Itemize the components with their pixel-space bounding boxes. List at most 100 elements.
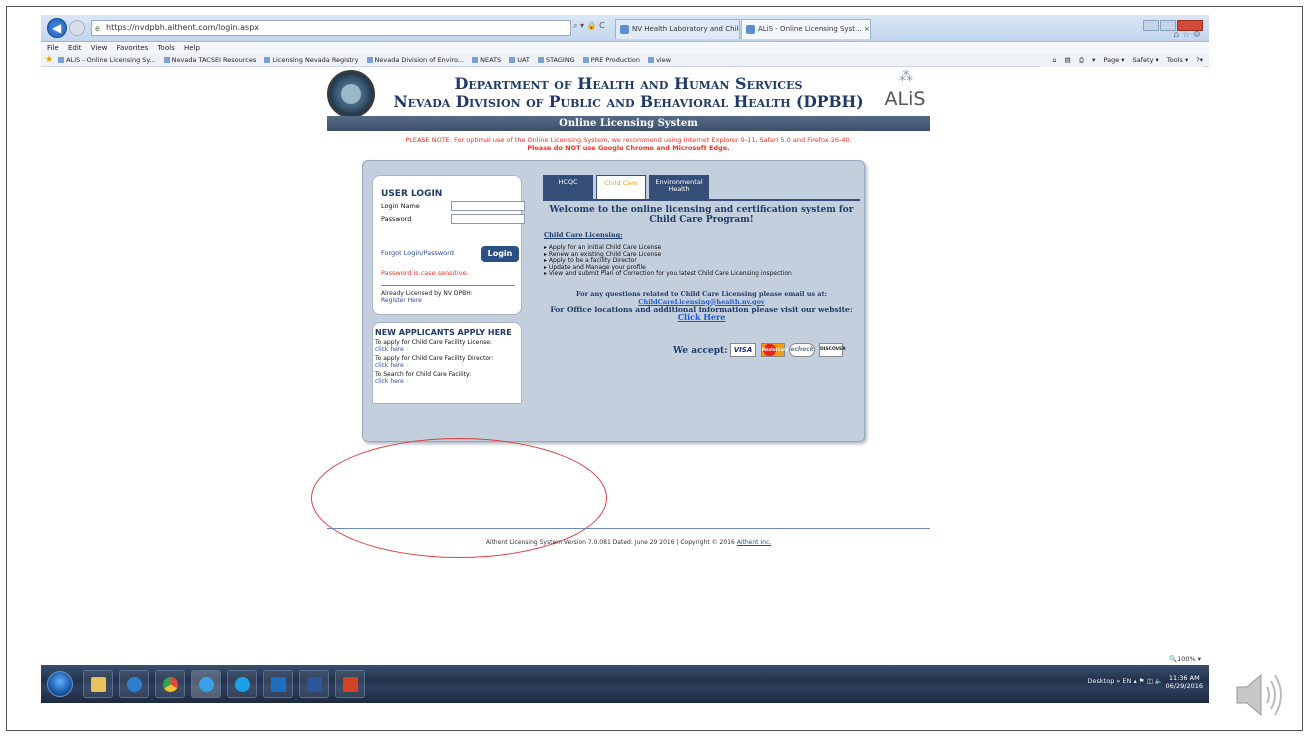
address-text: https://nvdpbh.aithent.com/login.aspx xyxy=(106,23,260,32)
taskbar-outlook-2[interactable] xyxy=(263,670,293,698)
help-menu[interactable]: ?▾ xyxy=(1196,56,1203,64)
screenshot: ◀ e https://nvdpbh.aithent.com/login.asp… xyxy=(41,15,1209,703)
favorite-item[interactable]: Nevada TACSEI Resources xyxy=(164,56,257,64)
website-click-here-link[interactable]: Click Here xyxy=(543,313,860,322)
we-accept-label: We accept: xyxy=(673,346,728,356)
taskbar-word[interactable] xyxy=(299,670,329,698)
zoom-icon: 🔍 xyxy=(1168,655,1178,663)
outlook-icon xyxy=(127,677,142,692)
menu-file[interactable]: File xyxy=(47,44,59,52)
new-applicants-box: NEW APPLICANTS APPLY HERE To apply for C… xyxy=(372,322,522,404)
browser-tab-alis[interactable]: ALiS - Online Licensing Syst... × xyxy=(741,19,871,39)
menu-help[interactable]: Help xyxy=(184,44,200,52)
folder-icon xyxy=(91,677,106,692)
favorite-item[interactable]: PRE Production xyxy=(583,56,640,64)
discover-card-icon: DISCOVER xyxy=(819,343,846,357)
taskbar-chrome[interactable] xyxy=(155,670,185,698)
case-sensitive-note: Password is case sensitive. xyxy=(381,269,469,277)
alis-logo: ⁂ ALiS xyxy=(884,69,926,110)
home-favorites-settings-icons[interactable]: ⌂ ☆ ⚙ xyxy=(1173,30,1201,40)
start-button[interactable] xyxy=(47,671,73,697)
back-arrow-icon: ◀ xyxy=(52,21,62,35)
address-bar[interactable]: e https://nvdpbh.aithent.com/login.aspx xyxy=(91,20,571,36)
login-name-row: Login Name xyxy=(381,201,525,212)
favorites-star-icon[interactable]: ★ xyxy=(45,55,53,65)
forgot-login-link[interactable]: Forgot Login/Password xyxy=(381,249,454,257)
slide-frame: ◀ e https://nvdpbh.aithent.com/login.asp… xyxy=(6,6,1303,731)
chrome-icon xyxy=(163,677,178,692)
browser-tab-health-lab[interactable]: NV Health Laboratory and Child C... xyxy=(615,19,740,39)
tab-hcqc[interactable]: HCQC xyxy=(543,175,593,199)
command-bar: ⌂ ▤ ⎙ ▾ Page ▾ Safety ▾ Tools ▾ ?▾ xyxy=(1040,54,1203,67)
taskbar-outlook[interactable] xyxy=(119,670,149,698)
favorite-item[interactable]: Nevada Division of Enviro... xyxy=(367,56,465,64)
favorites-bar: ★ ALiS - Online Licensing Sy... Nevada T… xyxy=(41,54,1209,67)
list-item: View and submit Plan of Correction for y… xyxy=(544,270,792,278)
print-dropdown[interactable]: ▾ xyxy=(1092,56,1095,64)
favorite-item[interactable]: ALiS - Online Licensing Sy... xyxy=(58,56,155,64)
favorite-item[interactable]: view xyxy=(648,56,671,64)
minimize-button[interactable] xyxy=(1143,20,1159,31)
clock[interactable]: 11:36 AM 06/29/2016 xyxy=(1166,674,1203,690)
apply-license-link[interactable]: click here xyxy=(375,346,519,353)
content-panel: USER LOGIN Login Name Password Forgot Lo… xyxy=(362,160,865,442)
menu-view[interactable]: View xyxy=(91,44,108,52)
speaker-icon[interactable] xyxy=(1233,665,1283,725)
favorite-item[interactable]: STAGING xyxy=(538,56,575,64)
search-facility-link[interactable]: click here xyxy=(375,378,519,385)
child-care-list: Apply for an initial Child Care License … xyxy=(544,244,792,278)
system-banner: Online Licensing System xyxy=(327,116,930,131)
tabs-underline xyxy=(543,199,860,201)
browser-notice: PLEASE NOTE: For optimal use of the Onli… xyxy=(405,136,852,152)
safety-menu[interactable]: Safety ▾ xyxy=(1133,56,1159,64)
login-name-label: Login Name xyxy=(381,202,420,210)
tab-environmental-health[interactable]: Environmental Health xyxy=(649,175,709,199)
licensed-note: Already Licensed by NV DPBH: Register He… xyxy=(381,290,473,304)
password-input[interactable] xyxy=(451,214,525,224)
echeck-icon: echeck xyxy=(789,343,815,357)
back-button[interactable]: ◀ xyxy=(47,18,67,38)
contact-info: For any questions related to Child Care … xyxy=(543,290,860,322)
page-menu[interactable]: Page ▾ xyxy=(1104,56,1125,64)
menu-edit[interactable]: Edit xyxy=(68,44,82,52)
menu-favorites[interactable]: Favorites xyxy=(117,44,149,52)
user-login-box: USER LOGIN Login Name Password Forgot Lo… xyxy=(372,175,525,315)
web-page: Department of Health and Human Services … xyxy=(41,68,1209,653)
child-care-licensing-heading: Child Care Licensing: xyxy=(544,231,623,239)
aithent-link[interactable]: Aithent Inc. xyxy=(737,539,771,546)
favorite-item[interactable]: NEATS xyxy=(472,56,501,64)
browser-titlebar: ◀ e https://nvdpbh.aithent.com/login.asp… xyxy=(41,15,1209,42)
register-here-link[interactable]: Register Here xyxy=(381,297,422,304)
windows-taskbar: Desktop » EN ▴ ⚑ ◫ 🔈 11:36 AM 06/29/2016 xyxy=(41,665,1209,703)
department-title: Department of Health and Human Services … xyxy=(393,74,864,111)
apply-license-label: To apply for Child Care Facility License… xyxy=(375,339,492,346)
zoom-level[interactable]: 🔍100% ▾ xyxy=(1169,655,1201,663)
alis-rays-icon: ⁂ xyxy=(899,69,913,85)
taskbar-powerpoint[interactable] xyxy=(335,670,365,698)
tools-menu[interactable]: Tools ▾ xyxy=(1167,56,1188,64)
favorite-item[interactable]: UAT xyxy=(509,56,530,64)
page-icon: e xyxy=(95,24,100,33)
apply-director-label: To apply for Child Care Facility Directo… xyxy=(375,355,494,362)
apply-title: NEW APPLICANTS APPLY HERE xyxy=(375,328,512,337)
print-icon[interactable]: ⎙ xyxy=(1079,56,1084,64)
home-icon[interactable]: ⌂ xyxy=(1052,56,1056,64)
divider xyxy=(381,285,515,286)
mastercard-icon: MasterCard xyxy=(761,343,788,357)
favorite-item[interactable]: Licensing Nevada Registry xyxy=(264,56,358,64)
system-tray[interactable]: Desktop » EN ▴ ⚑ ◫ 🔈 xyxy=(1088,677,1163,685)
apply-director-link[interactable]: click here xyxy=(375,362,519,369)
address-tools[interactable]: ⌕ ▾ 🔒 C xyxy=(573,21,605,31)
taskbar-skype[interactable] xyxy=(227,670,257,698)
login-name-input[interactable] xyxy=(451,201,525,211)
login-button[interactable]: Login xyxy=(481,246,519,262)
rss-icon[interactable]: ▤ xyxy=(1065,56,1071,64)
outlook-mail-icon xyxy=(271,677,286,692)
powerpoint-icon xyxy=(343,677,358,692)
password-row: Password xyxy=(381,214,525,225)
menu-tools[interactable]: Tools xyxy=(157,44,174,52)
taskbar-internet-explorer[interactable] xyxy=(191,670,221,698)
tab-child-care[interactable]: Child Care xyxy=(596,175,646,200)
taskbar-explorer[interactable] xyxy=(83,670,113,698)
forward-button[interactable] xyxy=(69,20,85,36)
